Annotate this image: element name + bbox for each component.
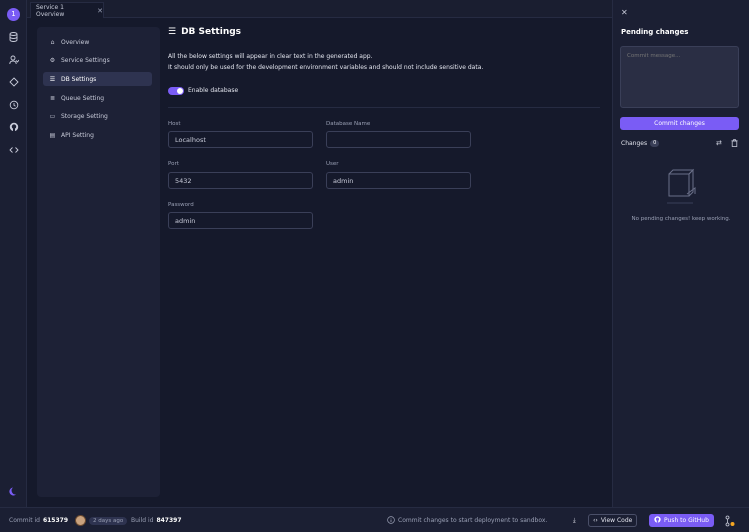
deployment-info-text: Commit changes to start deployment to sa… — [398, 517, 548, 524]
description-line-2: It should only be used for the developme… — [168, 64, 484, 71]
password-input[interactable] — [168, 212, 313, 229]
push-label: Push to GitHub — [664, 517, 709, 524]
page-title: ☰ DB Settings — [168, 27, 241, 37]
page-title-text: DB Settings — [181, 27, 242, 37]
users-icon[interactable] — [7, 55, 20, 68]
view-code-label: View Code — [600, 517, 633, 524]
db-settings-panel: ☰ DB Settings All the below settings wil… — [168, 27, 604, 497]
close-icon[interactable]: ✕ — [621, 8, 628, 17]
code-icon: ‹› — [593, 517, 598, 524]
commit-message-input[interactable] — [620, 46, 739, 108]
database-icon[interactable] — [7, 32, 20, 45]
sidebar-item-label: API Setting — [61, 131, 94, 139]
push-to-github-button[interactable]: Push to GitHub — [649, 514, 714, 527]
port-input[interactable] — [168, 172, 313, 189]
description-line-1: All the below settings will appear in cl… — [168, 53, 373, 60]
code-icon[interactable] — [7, 145, 20, 158]
queue-icon: ≣ — [49, 94, 56, 102]
sidebar-item-label: DB Settings — [61, 75, 97, 83]
tab-label: Service 1 Overview — [36, 3, 65, 18]
diamond-icon[interactable] — [7, 77, 20, 90]
user-input[interactable] — [326, 172, 471, 189]
tab-bar: Service 1 Overview ✕ — [27, 0, 612, 18]
host-label: Host — [168, 121, 181, 127]
api-icon: ▤ — [49, 131, 56, 139]
sidebar-item-db-settings[interactable]: ☰ DB Settings — [43, 72, 152, 86]
close-icon[interactable]: ✕ — [97, 7, 103, 15]
toggle-label: Enable database — [188, 87, 239, 94]
sidebar-item-label: Service Settings — [61, 56, 110, 64]
sidebar-item-service-settings[interactable]: ⚙ Service Settings — [43, 53, 152, 67]
sidebar-item-label: Queue Setting — [61, 94, 105, 102]
gear-icon: ⚙ — [49, 56, 56, 64]
build-info: Build id 847397 — [131, 508, 182, 532]
workspace-logo[interactable]: 1 — [7, 8, 20, 21]
tab-service-overview[interactable]: Service 1 Overview ✕ — [30, 2, 104, 18]
sidebar-item-queue-setting[interactable]: ≣ Queue Setting — [43, 91, 152, 105]
password-label: Password — [168, 202, 194, 208]
git-branch-icon[interactable] — [725, 508, 735, 532]
swap-icon[interactable]: ⇄ — [716, 139, 722, 147]
port-label: Port — [168, 161, 179, 167]
sidebar-item-overview[interactable]: ⌂ Overview — [43, 35, 152, 49]
database-name-input[interactable] — [326, 131, 471, 148]
commit-changes-button[interactable]: Commit changes — [620, 117, 739, 130]
sidebar-item-storage-setting[interactable]: ▭ Storage Setting — [43, 109, 152, 123]
build-label: Build id — [131, 517, 154, 524]
settings-sidebar: ⌂ Overview ⚙ Service Settings ☰ DB Setti… — [37, 27, 160, 497]
changes-label: Changes — [621, 140, 648, 147]
enable-database-toggle[interactable] — [168, 87, 184, 95]
divider — [168, 107, 600, 108]
commit-id: 615379 — [42, 517, 69, 524]
database-list-icon: ☰ — [168, 27, 177, 37]
trash-icon[interactable] — [731, 139, 738, 149]
host-input[interactable] — [168, 131, 313, 148]
view-code-button[interactable]: ‹› View Code — [588, 514, 638, 527]
build-id: 847397 — [156, 517, 182, 524]
download-icon[interactable]: ⤓ — [573, 508, 576, 532]
empty-state-text: No pending changes! keep working. — [631, 216, 731, 222]
time-badge: 2 days ago — [89, 516, 128, 525]
history-icon[interactable] — [7, 100, 20, 113]
github-icon[interactable] — [7, 122, 20, 135]
sidebar-item-label: Overview — [61, 38, 90, 46]
moon-icon[interactable] — [7, 486, 20, 499]
pending-changes-panel: ✕ Pending changes Commit changes Changes… — [612, 0, 749, 507]
icon-rail: 1 — [0, 0, 27, 507]
info-icon — [387, 515, 395, 526]
sidebar-item-api-setting[interactable]: ▤ API Setting — [43, 128, 152, 142]
deployment-info: Commit changes to start deployment to sa… — [387, 508, 547, 532]
commit-label: Commit id — [9, 517, 40, 524]
panel-title: Pending changes — [621, 28, 689, 36]
database-name-label: Database Name — [326, 121, 371, 127]
commit-info: Commit id 615379 2 days ago — [9, 508, 128, 532]
user-label: User — [326, 161, 339, 167]
folder-icon: ▭ — [49, 112, 56, 120]
changes-count-badge: 0 — [650, 140, 660, 147]
sidebar-item-label: Storage Setting — [61, 112, 108, 120]
database-list-icon: ☰ — [49, 75, 56, 83]
github-icon — [654, 516, 661, 525]
avatar — [75, 515, 87, 526]
home-icon: ⌂ — [50, 38, 55, 46]
empty-box-icon — [663, 166, 697, 206]
status-bar: Commit id 615379 2 days ago Build id 847… — [0, 507, 749, 532]
